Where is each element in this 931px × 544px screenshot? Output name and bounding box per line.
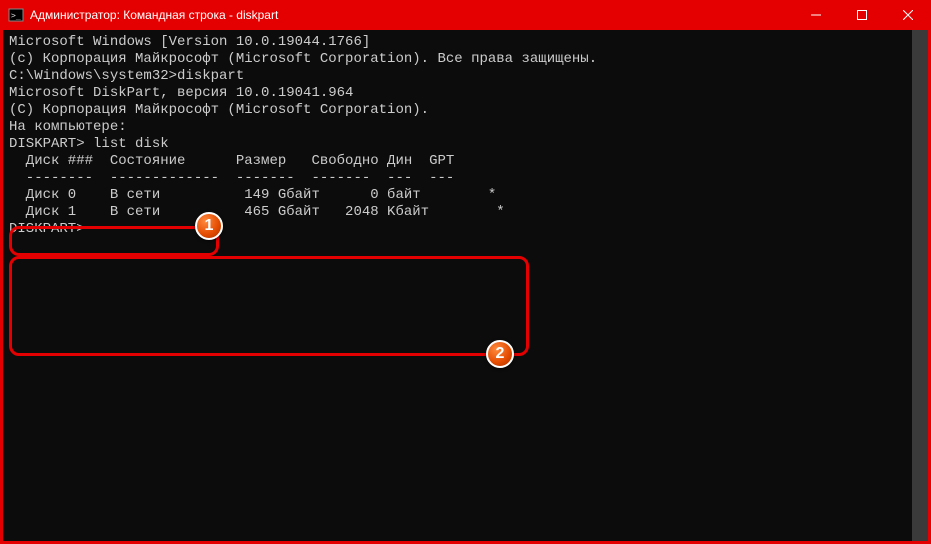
terminal-line: (C) Корпорация Майкрософт (Microsoft Cor… — [9, 102, 922, 119]
scrollbar-thumb[interactable] — [912, 30, 928, 541]
vertical-scrollbar[interactable] — [912, 30, 928, 541]
cmd-icon: >_ — [8, 7, 24, 23]
terminal-line: Диск 1 В сети 465 Gбайт 2048 Kбайт * — [9, 204, 922, 221]
window-controls — [793, 0, 931, 30]
terminal-line: Microsoft DiskPart, версия 10.0.19041.96… — [9, 85, 922, 102]
window-titlebar: >_ Администратор: Командная строка - dis… — [0, 0, 931, 30]
terminal-line: C:\Windows\system32>diskpart — [9, 68, 922, 85]
svg-text:>_: >_ — [11, 11, 21, 20]
terminal-output[interactable]: Microsoft Windows [Version 10.0.19044.17… — [3, 30, 928, 541]
terminal-line: -------- ------------- ------- ------- -… — [9, 170, 922, 187]
window-title: Администратор: Командная строка - diskpa… — [30, 8, 793, 22]
terminal-line: DISKPART> — [9, 221, 922, 238]
terminal-line: На компьютере: — [9, 119, 922, 136]
terminal-line: (c) Корпорация Майкрософт (Microsoft Cor… — [9, 51, 922, 68]
maximize-button[interactable] — [839, 0, 885, 30]
minimize-button[interactable] — [793, 0, 839, 30]
close-button[interactable] — [885, 0, 931, 30]
terminal-line: Диск 0 В сети 149 Gбайт 0 байт * — [9, 187, 922, 204]
terminal-line: Диск ### Состояние Размер Свободно Дин G… — [9, 153, 922, 170]
terminal-line: DISKPART> list disk — [9, 136, 922, 153]
terminal-line: Microsoft Windows [Version 10.0.19044.17… — [9, 34, 922, 51]
